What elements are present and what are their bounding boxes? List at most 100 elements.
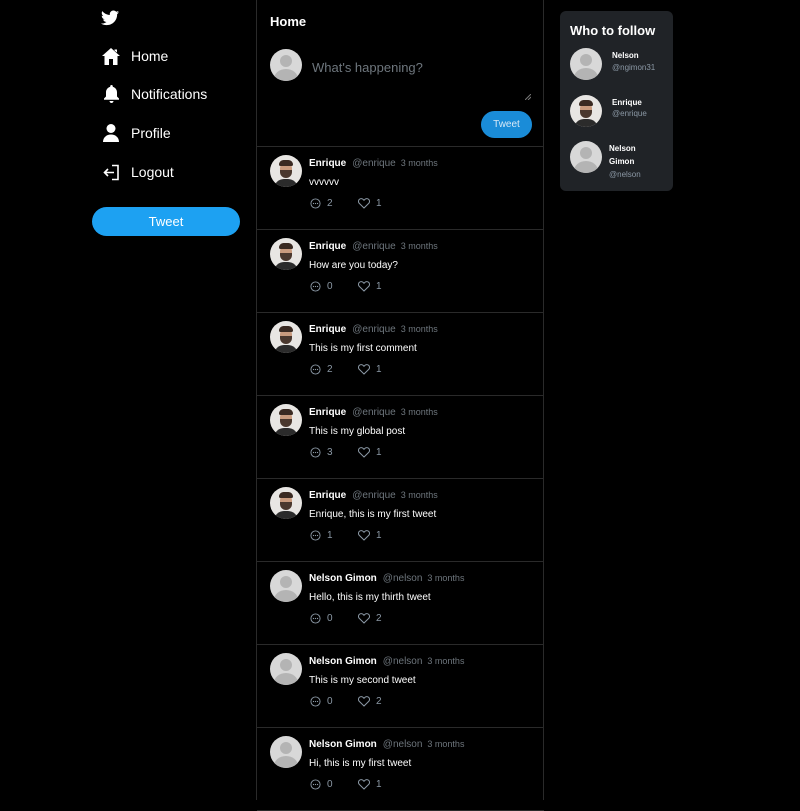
reply-button[interactable]: 0 [310, 613, 333, 624]
avatar[interactable] [270, 404, 302, 436]
tweet-text: Enrique, this is my first tweet [309, 509, 437, 520]
home-icon [102, 46, 120, 66]
like-button[interactable]: 1 [358, 198, 382, 209]
sidebar-item-label: Profile [131, 125, 171, 141]
like-button[interactable]: 2 [358, 613, 382, 624]
avatar [570, 141, 602, 173]
tweet-text: Hi, this is my first tweet [309, 758, 412, 769]
tweet-item[interactable]: Enrique @enrique 3 months This is my global… [257, 395, 544, 479]
composer-tweet-button[interactable]: Tweet [481, 111, 532, 138]
reply-button[interactable]: 0 [310, 281, 333, 292]
who-to-follow-card: Who to follow Nelson @ngimon31 Enrique @… [560, 11, 673, 191]
comment-icon [310, 530, 321, 541]
comment-icon [310, 198, 321, 209]
like-button[interactable]: 1 [358, 447, 382, 458]
tweet-text: This is my second tweet [309, 675, 416, 686]
tweet-timestamp: 3 months [400, 158, 438, 168]
avatar[interactable] [270, 570, 302, 602]
like-count: 1 [376, 447, 382, 458]
sidebar-item-home[interactable]: Home [102, 44, 168, 68]
tweet-item[interactable]: Nelson Gimon @nelson 3 months Hi, this is m… [257, 727, 544, 811]
reply-count: 3 [327, 447, 333, 458]
comment-icon [310, 364, 321, 375]
comment-icon [310, 281, 321, 292]
suggestion-name: Enrique [612, 98, 642, 107]
sidebar-item-label: Notifications [131, 86, 208, 102]
tweet-author-name[interactable]: Nelson Gimon [309, 656, 377, 667]
avatar[interactable] [270, 653, 302, 685]
sidebar-tweet-button[interactable]: Tweet [92, 207, 240, 236]
avatar[interactable] [270, 736, 302, 768]
sidebar-item-notifications[interactable]: Notifications [102, 82, 207, 106]
tweet-author-name[interactable]: Enrique [309, 407, 346, 418]
avatar [570, 95, 602, 127]
reply-button[interactable]: 0 [310, 696, 333, 707]
like-button[interactable]: 2 [358, 696, 382, 707]
timeline-column: Home Tweet Enrique @enrique 3 months vvvvvv… [256, 0, 544, 811]
tweet-timestamp: 3 months [400, 407, 438, 417]
comment-icon [310, 447, 321, 458]
tweet-author-name[interactable]: Enrique [309, 241, 346, 252]
tweet-header: Enrique @enrique 3 months [309, 241, 438, 252]
tweet-item[interactable]: Nelson Gimon @nelson 3 months This is my se… [257, 644, 544, 728]
logout-icon [102, 162, 120, 182]
tweet-item[interactable]: Nelson Gimon @nelson 3 months Hello, this i… [257, 561, 544, 645]
reply-button[interactable]: 0 [310, 779, 333, 790]
tweet-item[interactable]: Enrique @enrique 3 months This is my first … [257, 312, 544, 396]
tweet-header: Enrique @enrique 3 months [309, 407, 438, 418]
suggestion-handle: @enrique [612, 109, 647, 118]
tweet-timestamp: 3 months [400, 241, 438, 251]
tweet-author-name[interactable]: Nelson Gimon [309, 739, 377, 750]
sidebar-item-logout[interactable]: Logout [102, 160, 174, 184]
like-button[interactable]: 1 [358, 530, 382, 541]
comment-icon [310, 779, 321, 790]
reply-button[interactable]: 2 [310, 364, 333, 375]
avatar[interactable] [270, 321, 302, 353]
tweet-text: This is my global post [309, 426, 406, 437]
avatar[interactable] [270, 487, 302, 519]
sidebar-item-label: Home [131, 48, 169, 64]
avatar[interactable] [270, 155, 302, 187]
tweet-item[interactable]: Enrique @enrique 3 months vvvvvv 2 1 [257, 146, 544, 230]
heart-icon [358, 613, 370, 624]
like-count: 1 [376, 530, 382, 541]
like-button[interactable]: 1 [358, 281, 382, 292]
like-count: 1 [376, 281, 382, 292]
resize-grip-icon[interactable] [524, 87, 532, 101]
tweet-author-name[interactable]: Enrique [309, 324, 346, 335]
tweet-input[interactable] [310, 58, 536, 100]
avatar [270, 49, 302, 81]
tweet-author-handle: @enrique [352, 324, 396, 335]
tweet-author-handle: @enrique [352, 241, 396, 252]
tweet-author-name[interactable]: Enrique [309, 490, 346, 501]
heart-icon [358, 364, 370, 375]
tweet-author-name[interactable]: Enrique [309, 158, 346, 169]
tweet-item[interactable]: Enrique @enrique 3 months Enrique, this is … [257, 478, 544, 562]
tweet-author-handle: @nelson [382, 739, 423, 750]
tweet-composer: Tweet [257, 38, 544, 147]
tweet-author-handle: @enrique [352, 490, 396, 501]
suggestion-handle: @ngimon31 [612, 63, 656, 72]
tweet-text: Hello, this is my thirth tweet [309, 592, 431, 603]
tweet-author-name[interactable]: Nelson Gimon [309, 573, 377, 584]
twitter-bird-icon[interactable] [101, 10, 119, 26]
like-count: 1 [376, 779, 382, 790]
comment-icon [310, 613, 321, 624]
reply-button[interactable]: 3 [310, 447, 333, 458]
suggestion-name: Nelson [612, 51, 639, 60]
tweet-item[interactable]: Enrique @enrique 3 months How are you today… [257, 229, 544, 313]
tweet-author-handle: @nelson [382, 656, 423, 667]
comment-icon [310, 696, 321, 707]
reply-button[interactable]: 2 [310, 198, 333, 209]
suggestion-name: Nelson Gimon [609, 144, 636, 166]
reply-count: 2 [327, 198, 333, 209]
like-button[interactable]: 1 [358, 364, 382, 375]
sidebar-item-profile[interactable]: Profile [102, 121, 171, 145]
avatar[interactable] [270, 238, 302, 270]
page-title: Home [270, 14, 307, 29]
tweet-header: Nelson Gimon @nelson 3 months [309, 656, 464, 667]
tweet-timestamp: 3 months [427, 656, 465, 666]
tweet-header: Enrique @enrique 3 months [309, 490, 438, 501]
like-button[interactable]: 1 [358, 779, 382, 790]
reply-button[interactable]: 1 [310, 530, 333, 541]
